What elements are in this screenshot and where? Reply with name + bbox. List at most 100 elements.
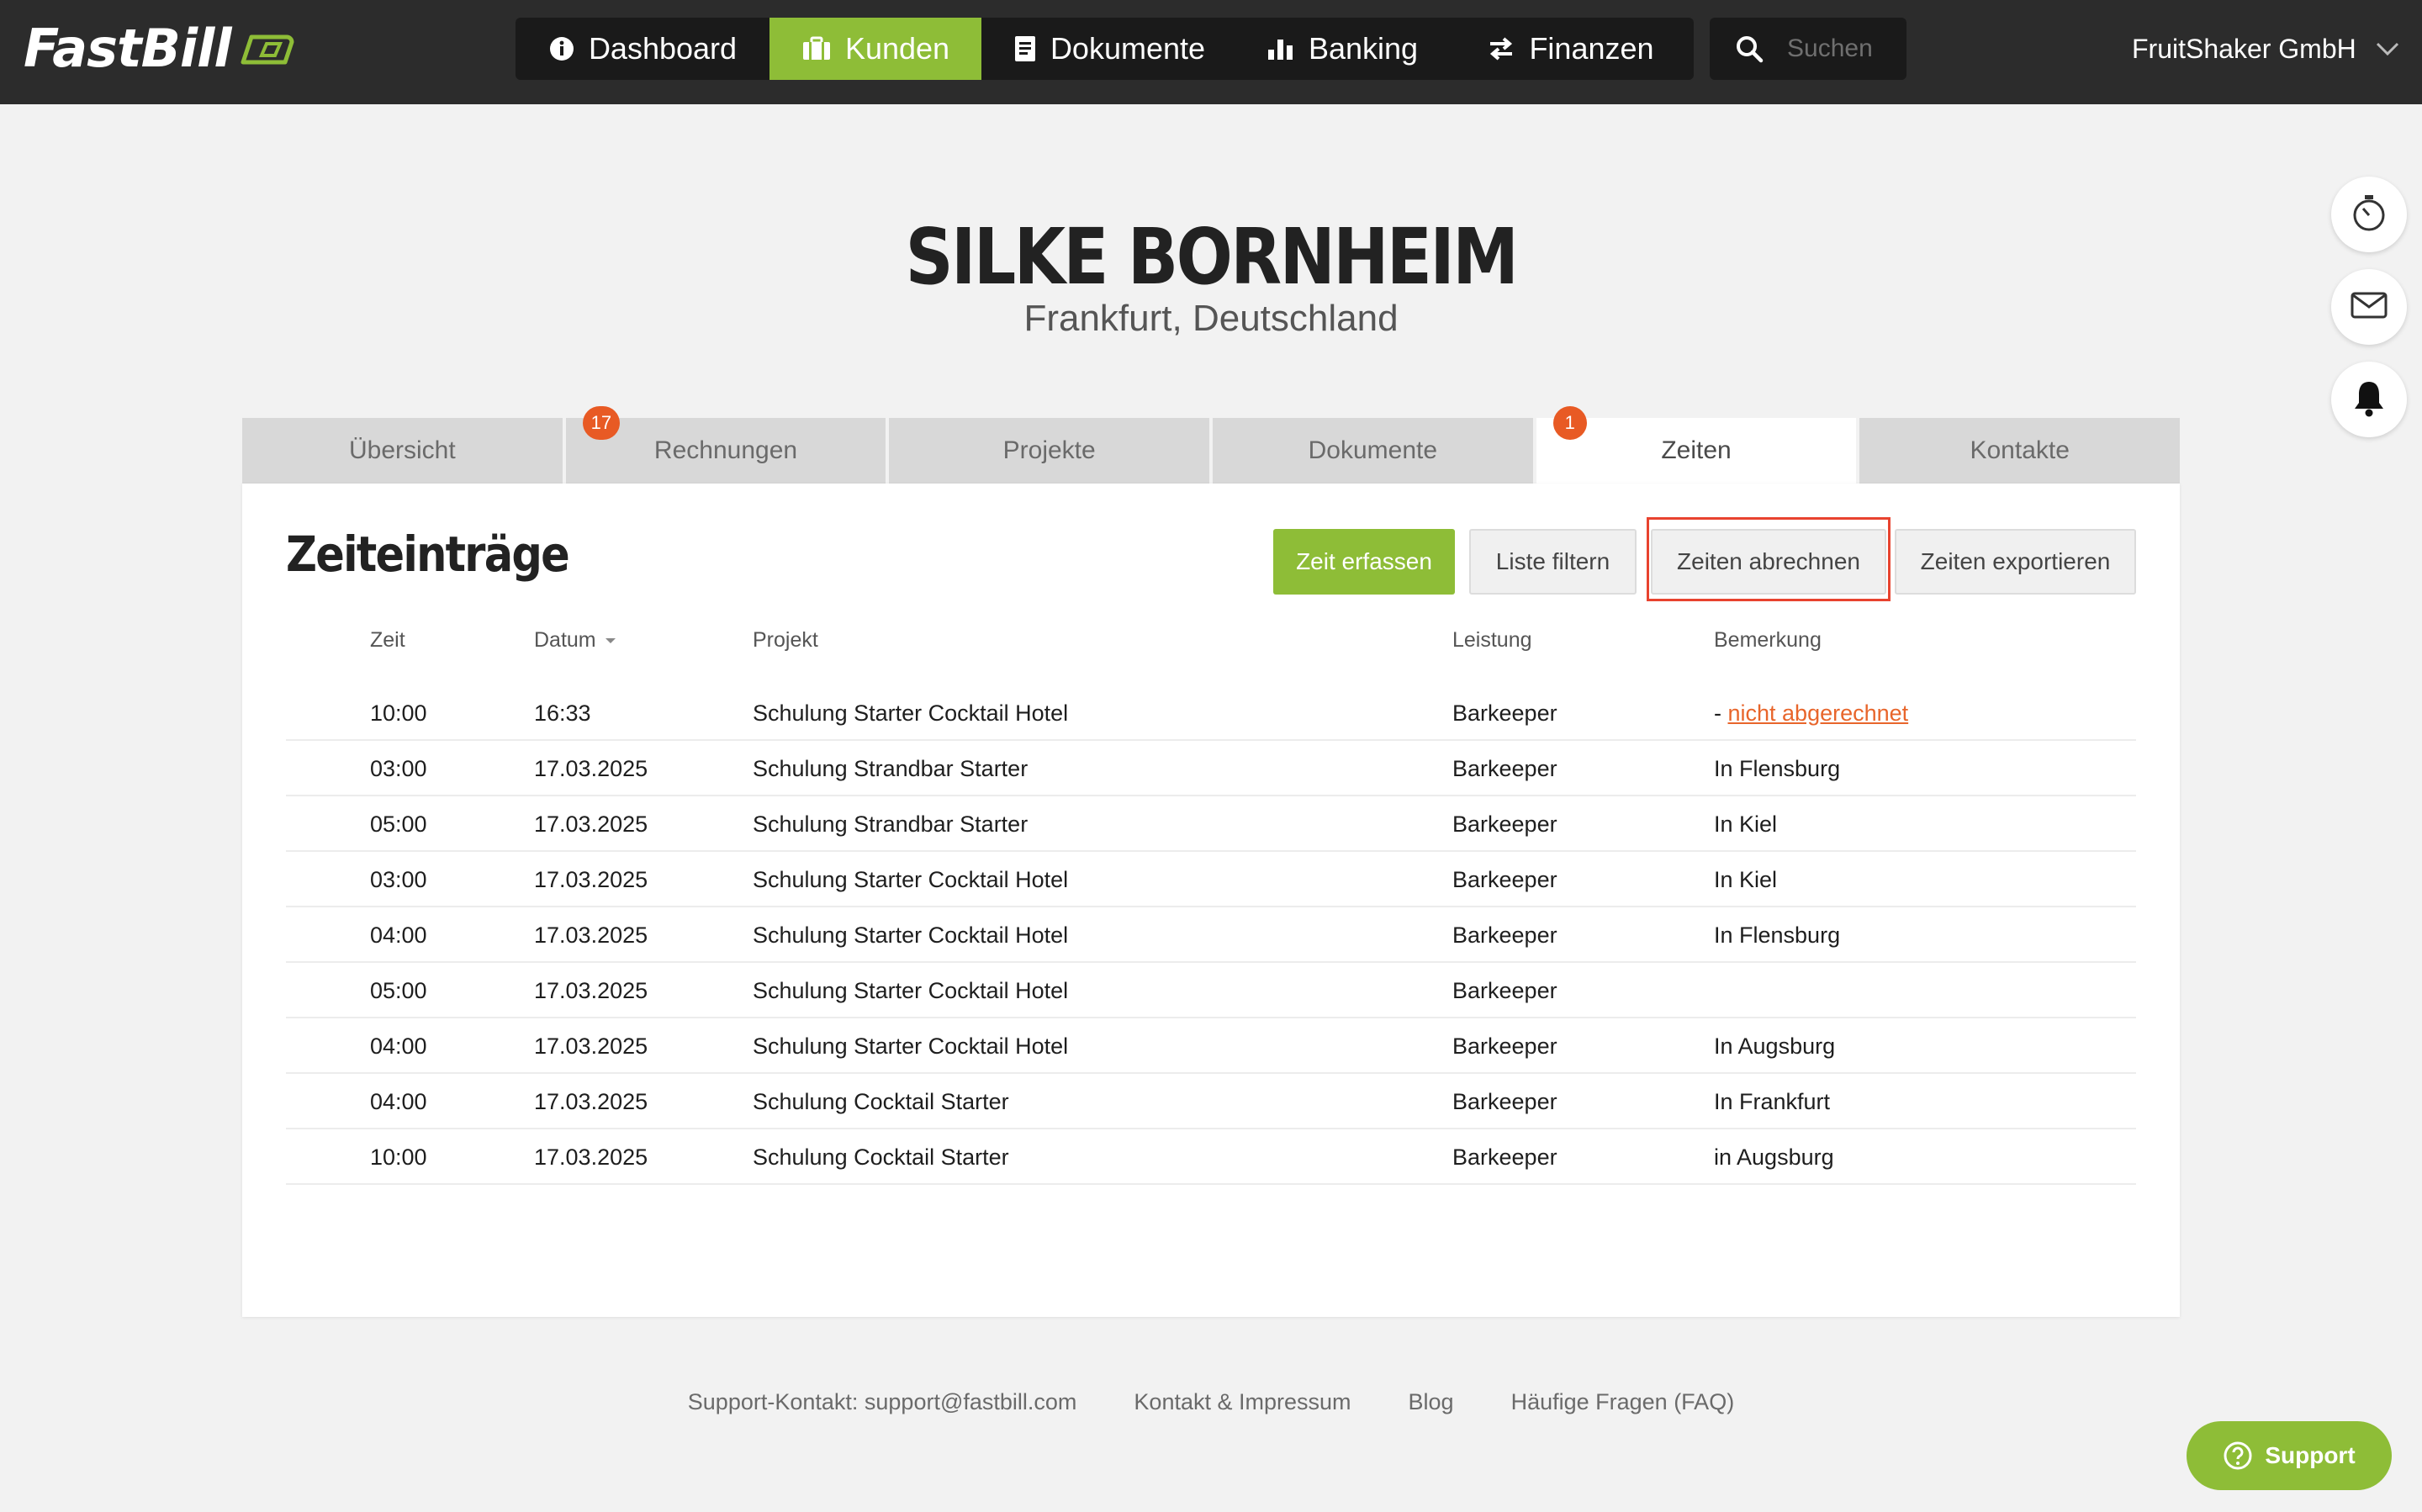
- cell-projekt: Schulung Starter Cocktail Hotel: [753, 867, 1069, 892]
- tab-dokumente[interactable]: Dokumente: [1213, 418, 1533, 484]
- tab-label: Projekte: [1002, 436, 1096, 464]
- column-header-leistung[interactable]: Leistung: [1452, 628, 1532, 653]
- nav-item-label: Kunden: [844, 31, 950, 66]
- cell-datum: 17.03.2025: [534, 1034, 648, 1059]
- chevron-down-icon: [2375, 40, 2400, 57]
- cell-zeit: 03:00: [370, 756, 427, 781]
- column-header-projekt[interactable]: Projekt: [753, 628, 818, 653]
- column-header-datum[interactable]: Datum: [534, 628, 616, 653]
- fastbill-logo[interactable]: FastBill: [24, 18, 295, 79]
- add-time-button[interactable]: Zeit erfassen: [1273, 529, 1455, 595]
- bemerkung-prefix: -: [1714, 700, 1728, 726]
- panel-title: Zeiteinträge: [286, 526, 570, 583]
- nav-item-dokumente[interactable]: Dokumente: [981, 18, 1237, 80]
- cell-bemerkung: In Kiel: [1714, 867, 1778, 892]
- tab-kontakte[interactable]: Kontakte: [1859, 418, 2181, 484]
- cell-zeit: 05:00: [370, 978, 427, 1003]
- stopwatch-icon: [2351, 193, 2388, 237]
- bill-times-button[interactable]: Zeiten abrechnen: [1651, 529, 1886, 595]
- tab-label: Kontakte: [1970, 436, 2070, 464]
- cell-bemerkung: In Flensburg: [1714, 923, 1841, 948]
- column-header-zeit[interactable]: Zeit: [370, 628, 405, 653]
- cell-zeit: 10:00: [370, 1145, 427, 1170]
- search-input[interactable]: [1787, 34, 1905, 63]
- tab-label: Dokumente: [1308, 436, 1438, 464]
- nav-item-kunden[interactable]: Kunden: [769, 18, 981, 80]
- tab-uebersicht[interactable]: Übersicht: [242, 418, 563, 484]
- column-header-label: Datum: [534, 628, 596, 652]
- bar-chart-icon: [1267, 36, 1295, 61]
- nav-item-label: Finanzen: [1529, 31, 1654, 66]
- cell-leistung: Barkeeper: [1452, 867, 1557, 892]
- main-navigation: Dashboard Kunden Dokumente Banking Finan…: [516, 18, 1694, 80]
- cell-leistung: Barkeeper: [1452, 1034, 1557, 1059]
- cell-datum: 17.03.2025: [534, 867, 648, 892]
- search-icon[interactable]: [1735, 34, 1764, 63]
- nav-item-banking[interactable]: Banking: [1237, 18, 1447, 80]
- company-name: FruitShaker GmbH: [2132, 33, 2356, 64]
- cell-bemerkung: In Frankfurt: [1714, 1089, 1831, 1114]
- cell-leistung: Barkeeper: [1452, 1145, 1557, 1170]
- company-selector[interactable]: FruitShaker GmbH: [2132, 30, 2400, 67]
- cell-datum: 17.03.2025: [534, 1145, 648, 1170]
- search-box: [1710, 18, 1906, 80]
- table-row[interactable]: 04:00 17.03.2025 Schulung Starter Cockta…: [286, 1018, 2136, 1074]
- cell-datum: 17.03.2025: [534, 812, 648, 837]
- customer-tabs: Übersicht 17 Rechnungen Projekte Dokumen…: [242, 406, 2181, 484]
- help-circle-icon: [2223, 1441, 2253, 1471]
- table-row[interactable]: 04:00 17.03.2025 Schulung Cocktail Start…: [286, 1074, 2136, 1129]
- cell-projekt: Schulung Starter Cocktail Hotel: [753, 978, 1069, 1003]
- cell-bemerkung: In Flensburg: [1714, 756, 1841, 781]
- time-count-badge: 1: [1552, 406, 1587, 440]
- table-row[interactable]: 04:00 17.03.2025 Schulung Starter Cockta…: [286, 907, 2136, 963]
- cell-zeit: 10:00: [370, 700, 427, 726]
- footer-faq-link[interactable]: Häufige Fragen (FAQ): [1511, 1389, 1735, 1415]
- notifications-button[interactable]: [2331, 362, 2407, 437]
- table-row[interactable]: 03:00 17.03.2025 Schulung Strandbar Star…: [286, 741, 2136, 796]
- cell-leistung: Barkeeper: [1452, 923, 1557, 948]
- cell-projekt: Schulung Cocktail Starter: [753, 1145, 1009, 1170]
- not-billed-link[interactable]: nicht abgerechnet: [1728, 700, 1909, 726]
- nav-item-label: Banking: [1308, 31, 1419, 66]
- filter-list-button[interactable]: Liste filtern: [1469, 529, 1637, 595]
- cell-datum: 17.03.2025: [534, 756, 648, 781]
- sort-down-icon: [605, 637, 616, 645]
- cell-projekt: Schulung Starter Cocktail Hotel: [753, 1034, 1069, 1059]
- footer-blog-link[interactable]: Blog: [1409, 1389, 1454, 1415]
- table-row[interactable]: 10:00 17.03.2025 Schulung Cocktail Start…: [286, 1129, 2136, 1185]
- footer-imprint-link[interactable]: Kontakt & Impressum: [1134, 1389, 1351, 1415]
- customer-name: SILKE BORNHEIM: [905, 212, 1519, 302]
- nav-item-label: Dokumente: [1050, 31, 1206, 66]
- tab-label: Übersicht: [348, 436, 456, 464]
- table-row[interactable]: 05:00 17.03.2025 Schulung Strandbar Star…: [286, 796, 2136, 852]
- cell-zeit: 04:00: [370, 1089, 427, 1114]
- table-row[interactable]: 10:00 16:33 Schulung Starter Cocktail Ho…: [286, 685, 2136, 741]
- cell-datum: 17.03.2025: [534, 923, 648, 948]
- nav-item-finanzen[interactable]: Finanzen: [1447, 18, 1694, 80]
- cell-zeit: 05:00: [370, 812, 427, 837]
- cell-leistung: Barkeeper: [1452, 812, 1557, 837]
- cell-projekt: Schulung Starter Cocktail Hotel: [753, 700, 1069, 726]
- nav-item-dashboard[interactable]: Dashboard: [516, 18, 769, 80]
- support-button[interactable]: Support: [2187, 1421, 2392, 1490]
- export-times-button[interactable]: Zeiten exportieren: [1895, 529, 2136, 595]
- time-entries-table: Zeit Datum Projekt Leistung Bemerkung 10…: [286, 610, 2136, 1185]
- cell-leistung: Barkeeper: [1452, 1089, 1557, 1114]
- cell-leistung: Barkeeper: [1452, 756, 1557, 781]
- table-row[interactable]: 05:00 17.03.2025 Schulung Starter Cockta…: [286, 963, 2136, 1018]
- cell-zeit: 04:00: [370, 1034, 427, 1059]
- cell-projekt: Schulung Strandbar Starter: [753, 756, 1029, 781]
- footer-support-contact-link[interactable]: Support-Kontakt: support@fastbill.com: [688, 1389, 1077, 1415]
- cell-bemerkung: In Kiel: [1714, 812, 1778, 837]
- tab-projekte[interactable]: Projekte: [889, 418, 1210, 484]
- tab-label: Rechnungen: [653, 436, 798, 464]
- table-row[interactable]: 03:00 17.03.2025 Schulung Starter Cockta…: [286, 852, 2136, 907]
- cell-zeit: 04:00: [370, 923, 427, 948]
- customer-location: Frankfurt, Deutschland: [1023, 298, 1399, 339]
- tab-zeiten[interactable]: 1 Zeiten: [1536, 406, 1857, 484]
- column-header-bemerkung[interactable]: Bemerkung: [1714, 628, 1822, 653]
- time-tracking-button[interactable]: [2331, 177, 2407, 252]
- footer: Support-Kontakt: support@fastbill.com Ko…: [0, 1389, 2422, 1415]
- tab-rechnungen[interactable]: 17 Rechnungen: [565, 406, 886, 484]
- bell-icon: [2352, 378, 2386, 421]
